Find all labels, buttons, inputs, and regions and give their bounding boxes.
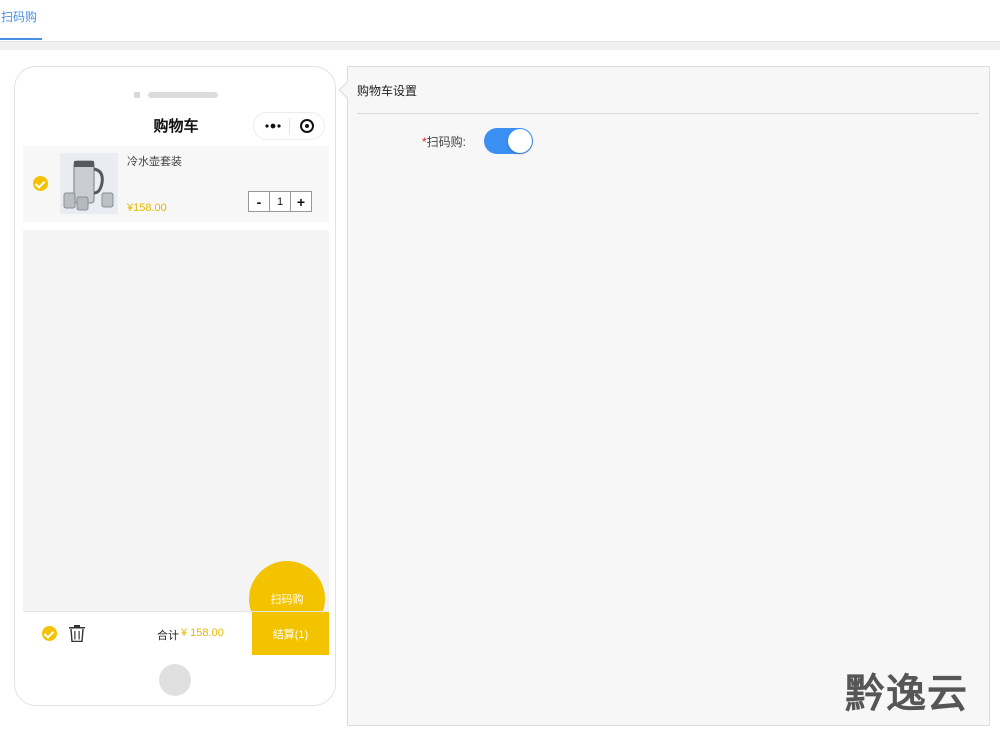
capsule-divider [289,119,290,135]
phone-home-button [159,664,191,696]
cart-screen: 冷水壶套装 ¥158.00 - 1 + 扫码购 [23,146,329,637]
kettle-image [60,153,118,214]
phone-preview: 购物车 冷水壶套装 ¥158.00 - 1 + 扫码购 合计 ¥ 158.00 … [14,66,336,706]
total-label: 合计 [157,630,179,642]
more-icon[interactable] [264,120,282,132]
checkout-button[interactable]: 结算(1) [252,612,329,655]
cart-settings-panel: 购物车设置 *扫码购: [338,66,990,726]
quantity-plus-button[interactable]: + [291,192,311,211]
quantity-value[interactable]: 1 [269,192,291,211]
quantity-stepper: - 1 + [248,191,312,212]
item-check-icon[interactable] [33,176,48,191]
quantity-minus-button[interactable]: - [249,192,269,211]
phone-speaker [148,92,218,98]
cart-item: 冷水壶套装 ¥158.00 - 1 + [23,146,329,222]
scan-buy-label-text: 扫码购: [426,135,467,149]
product-name: 冷水壶套装 [127,156,182,168]
select-all-check-icon[interactable] [42,626,57,641]
panel-pointer [338,81,356,99]
scan-buy-toggle[interactable] [484,128,533,154]
panel-title: 购物车设置 [357,84,418,98]
watermark-logo: 黔逸云 [845,671,968,717]
cart-bottom-bar: 合计 ¥ 158.00 结算(1) [23,611,329,655]
toggle-knob [508,129,532,153]
close-target-icon[interactable] [300,119,314,133]
section-divider [0,42,1000,50]
phone-camera [134,92,140,98]
item-divider [23,222,329,230]
panel-divider [357,113,979,114]
trash-icon[interactable] [69,625,85,642]
tab-active-indicator [0,38,42,40]
product-image [60,153,118,214]
scan-buy-field-label: *扫码购: [422,133,466,150]
total-value: ¥ 158.00 [181,627,224,639]
tab-bar: 扫码购 [0,0,1000,42]
tab-scan-buy[interactable]: 扫码购 [1,8,37,38]
product-price: ¥158.00 [127,202,167,214]
mini-program-capsule [253,112,325,140]
